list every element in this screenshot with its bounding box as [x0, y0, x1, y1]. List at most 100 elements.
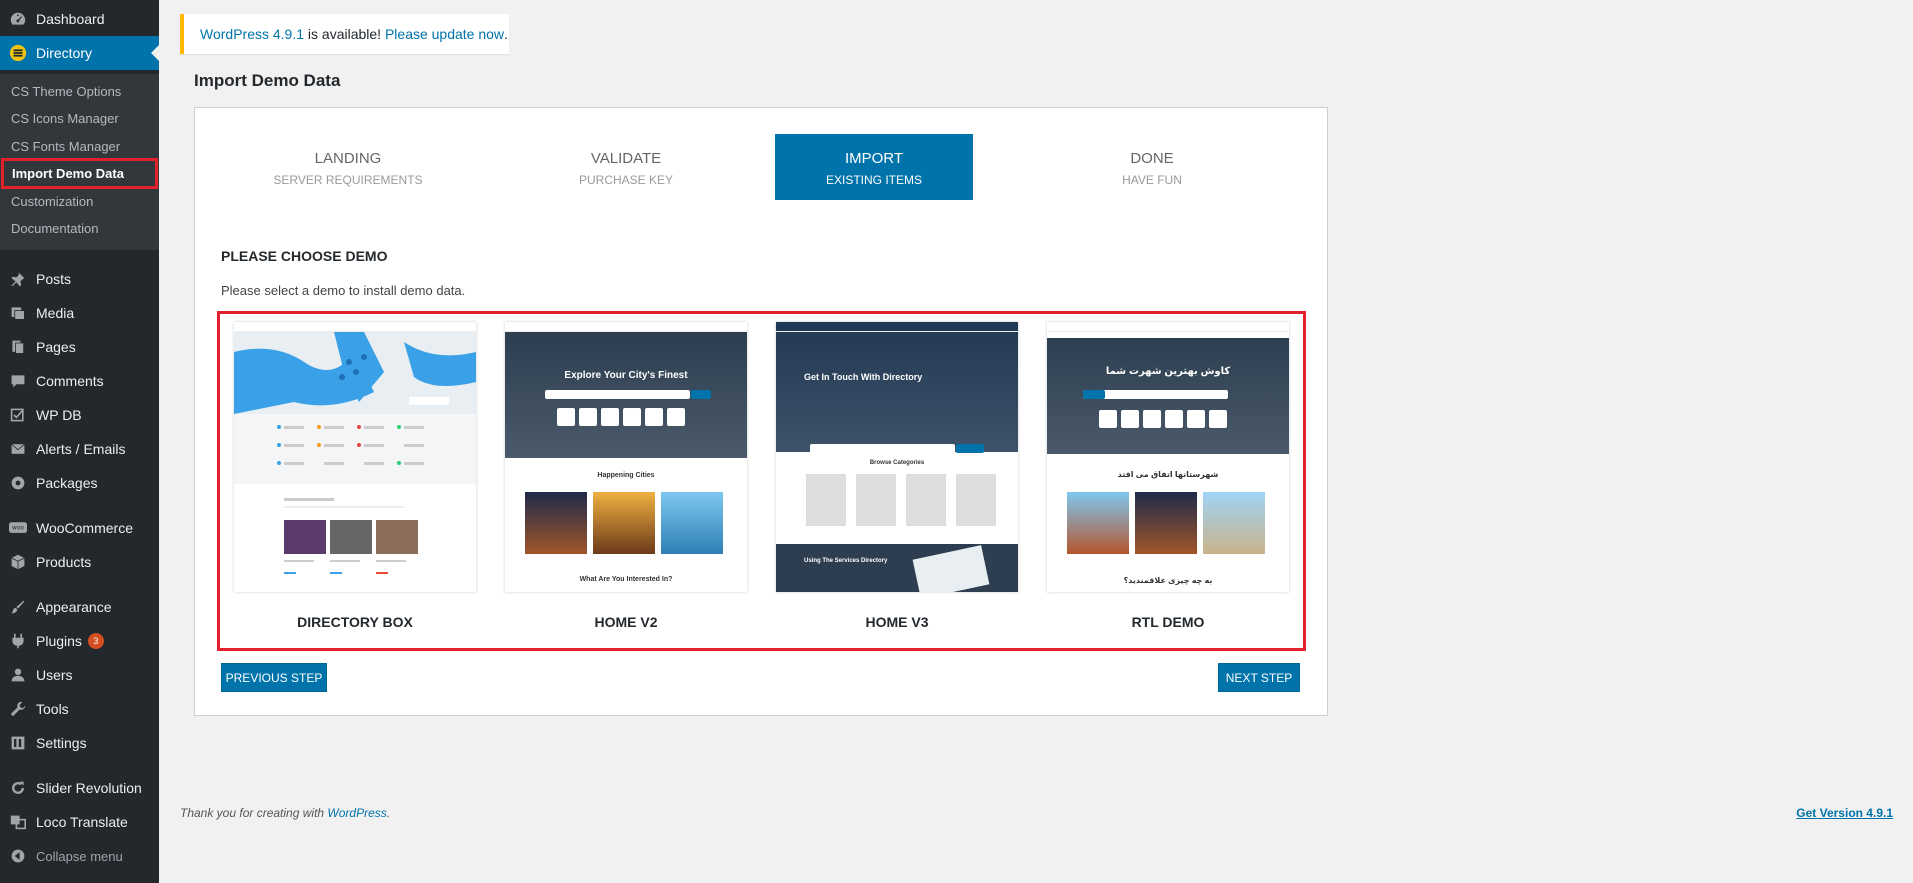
hero-background: کاوش بهترین شهرت شما — [1047, 338, 1289, 454]
update-notice: WordPress 4.9.1 is available! Please upd… — [180, 14, 509, 54]
category-list-preview — [234, 414, 476, 484]
submenu-import-demo-data[interactable]: Import Demo Data — [1, 158, 158, 189]
checkbox-icon — [0, 407, 36, 423]
submenu-customization[interactable]: Customization — [0, 188, 159, 214]
sidebar-item-label: Alerts / Emails — [36, 441, 126, 457]
sidebar-item-appearance[interactable]: Appearance — [0, 592, 159, 622]
step-subtitle: HAVE FUN — [1122, 173, 1182, 187]
section-heading: Using The Services Directory — [804, 558, 888, 564]
demo-rtl[interactable]: کاوش بهترین شهرت شما شهرستانها اتفاق می … — [1047, 322, 1289, 630]
sidebar-item-woocommerce[interactable]: woo WooCommerce — [0, 513, 159, 543]
sidebar-item-alerts-emails[interactable]: Alerts / Emails — [0, 434, 159, 464]
device-mockup-image — [912, 545, 990, 592]
sidebar-item-users[interactable]: Users — [0, 660, 159, 690]
sidebar-item-label: Loco Translate — [36, 814, 128, 830]
plugin-icon — [0, 633, 36, 649]
step-done[interactable]: DONE HAVE FUN — [1053, 134, 1251, 200]
demo-home-v2[interactable]: Explore Your City's Finest Happening Cit… — [505, 322, 747, 630]
sidebar-item-label: Posts — [36, 271, 72, 287]
demo-home-v3[interactable]: Get In Touch With Directory Browse Categ… — [776, 322, 1018, 630]
sidebar-item-pages[interactable]: Pages — [0, 332, 159, 362]
hero-category-icons — [557, 408, 685, 426]
sidebar-item-loco-translate[interactable]: Loco Translate — [0, 807, 159, 837]
submenu-cs-theme-options[interactable]: CS Theme Options — [0, 78, 159, 104]
collapse-menu-label: Collapse menu — [36, 848, 123, 864]
svg-text:woo: woo — [12, 526, 24, 532]
settings-icon — [0, 735, 36, 751]
category-grid-preview — [806, 474, 996, 526]
products-icon — [0, 554, 36, 570]
sidebar-item-label: Appearance — [36, 599, 112, 615]
collapse-menu-button[interactable]: Collapse menu — [0, 841, 159, 871]
sidebar-item-plugins[interactable]: Plugins 3 — [0, 626, 159, 656]
step-title: IMPORT — [844, 150, 904, 167]
directory-icon — [0, 44, 36, 62]
update-now-link[interactable]: Please update now — [385, 26, 504, 42]
sidebar-item-packages[interactable]: Packages — [0, 468, 159, 498]
sidebar-item-label: Tools — [36, 701, 69, 717]
step-import[interactable]: IMPORT EXISTING ITEMS — [775, 134, 973, 200]
next-step-button[interactable]: NEXT STEP — [1218, 663, 1300, 692]
sidebar-item-settings[interactable]: Settings — [0, 728, 159, 758]
hero-search-button — [956, 444, 984, 453]
collapse-icon — [0, 848, 36, 864]
city-image — [661, 492, 723, 554]
submenu-cs-fonts-manager[interactable]: CS Fonts Manager — [0, 133, 159, 159]
hero-background: Explore Your City's Finest — [505, 332, 747, 458]
demo-label: RTL DEMO — [1131, 614, 1205, 630]
sidebar-item-comments[interactable]: Comments — [0, 366, 159, 396]
demo-thumbnail[interactable]: Explore Your City's Finest Happening Cit… — [505, 322, 747, 592]
hero-category-icons — [1099, 410, 1227, 428]
pages-icon — [0, 339, 36, 355]
section-heading: به چه چیزی علاقمندید؟ — [1123, 576, 1213, 585]
dashboard-icon — [0, 10, 36, 28]
sidebar-item-tools[interactable]: Tools — [0, 694, 159, 724]
demo-thumbnail[interactable]: کاوش بهترین شهرت شما شهرستانها اتفاق می … — [1047, 322, 1289, 592]
sidebar-item-directory[interactable]: Directory — [0, 36, 159, 70]
sidebar-item-label: Directory — [36, 45, 93, 61]
sidebar-item-slider-revolution[interactable]: Slider Revolution — [0, 773, 159, 803]
sidebar-item-label: Packages — [36, 475, 98, 491]
section-heading: What Are You Interested In? — [579, 576, 673, 583]
step-subtitle: SERVER REQUIREMENTS — [273, 173, 423, 187]
services-section: Using The Services Directory — [776, 544, 1018, 592]
previous-step-button[interactable]: PREVIOUS STEP — [221, 663, 327, 692]
listings-preview — [284, 498, 418, 574]
submenu-documentation[interactable]: Documentation — [0, 215, 159, 241]
admin-sidebar: Dashboard Directory CS Theme Options CS … — [0, 0, 159, 883]
section-heading: Happening Cities — [597, 472, 655, 479]
demo-thumbnail[interactable] — [234, 322, 476, 592]
step-validate[interactable]: VALIDATE PURCHASE KEY — [527, 134, 725, 200]
woocommerce-icon: woo — [0, 521, 36, 535]
demo-directory-box[interactable]: DIRECTORY BOX — [234, 322, 476, 630]
thumb-navbar — [1047, 322, 1289, 332]
sidebar-item-wp-db[interactable]: WP DB — [0, 400, 159, 430]
choose-demo-description: Please select a demo to install demo dat… — [221, 283, 466, 298]
section-heading: Browse Categories — [869, 460, 925, 466]
thumb-navbar — [505, 322, 747, 332]
sidebar-item-dashboard[interactable]: Dashboard — [0, 4, 159, 34]
wordpress-link[interactable]: WordPress — [327, 806, 386, 820]
wordpress-version-link[interactable]: WordPress 4.9.1 — [200, 26, 304, 42]
hero-search-bar — [545, 390, 690, 399]
sidebar-item-products[interactable]: Products — [0, 547, 159, 577]
sidebar-item-media[interactable]: Media — [0, 298, 159, 328]
hero-background: Get In Touch With Directory — [776, 332, 1018, 453]
get-version-link[interactable]: Get Version 4.9.1 — [1796, 806, 1893, 820]
sidebar-item-posts[interactable]: Posts — [0, 264, 159, 294]
comment-icon — [0, 373, 36, 389]
sidebar-item-label: WooCommerce — [36, 520, 133, 536]
hero-search-button — [1083, 390, 1105, 399]
submenu-cs-icons-manager[interactable]: CS Icons Manager — [0, 105, 159, 131]
demo-thumbnail[interactable]: Get In Touch With Directory Browse Categ… — [776, 322, 1018, 592]
pin-icon — [0, 271, 36, 287]
choose-demo-title: PLEASE CHOOSE DEMO — [221, 248, 388, 264]
hero-search-bar — [810, 444, 955, 453]
footer-end: . — [386, 806, 391, 820]
user-icon — [0, 667, 36, 683]
media-icon — [0, 305, 36, 321]
step-landing[interactable]: LANDING SERVER REQUIREMENTS — [249, 134, 447, 200]
step-title: LANDING — [314, 150, 382, 167]
packages-icon — [0, 475, 36, 491]
sidebar-item-label: Media — [36, 305, 75, 321]
